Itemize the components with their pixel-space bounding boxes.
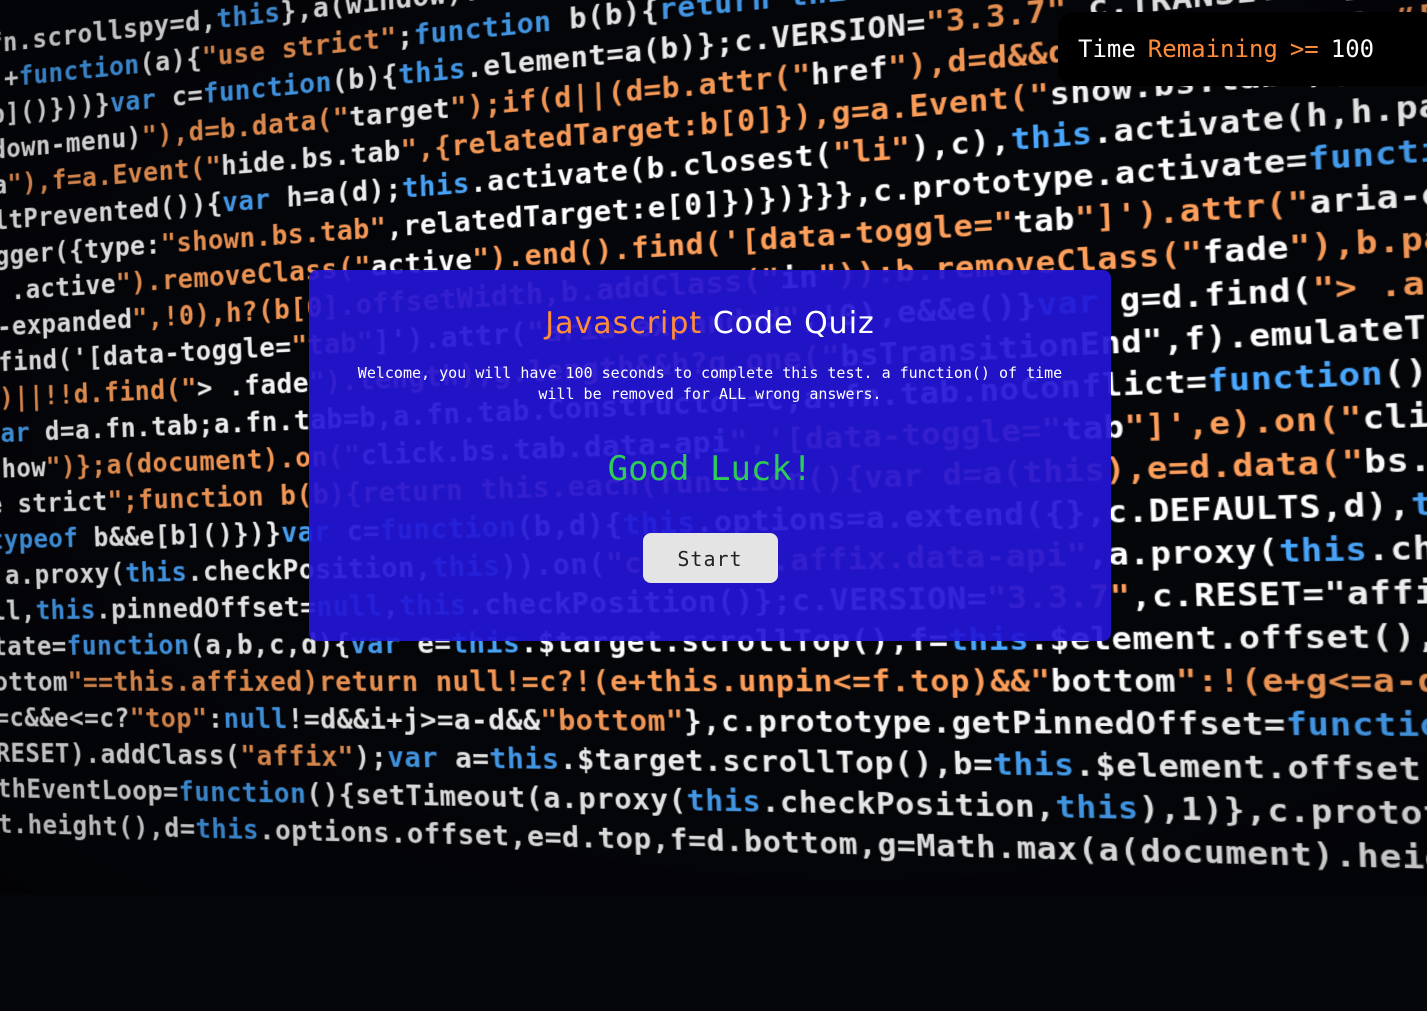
time-remaining-display: Time Remaining >= 100 (1058, 12, 1427, 86)
timer-value: 100 (1330, 35, 1375, 63)
good-luck-text: Good Luck! (607, 449, 813, 489)
quiz-intro-card: Javascript Code Quiz Welcome, you will h… (309, 270, 1111, 641)
timer-remaining-label: Remaining (1147, 35, 1278, 63)
welcome-message: Welcome, you will have 100 seconds to co… (357, 364, 1063, 403)
quiz-title-code-quiz: Code Quiz (712, 306, 875, 341)
quiz-title: Javascript Code Quiz (309, 306, 1111, 341)
quiz-title-javascript: Javascript (545, 306, 703, 341)
timer-label: Time (1078, 35, 1136, 63)
timer-operator: >= (1289, 35, 1319, 63)
start-button[interactable]: Start (642, 533, 778, 583)
